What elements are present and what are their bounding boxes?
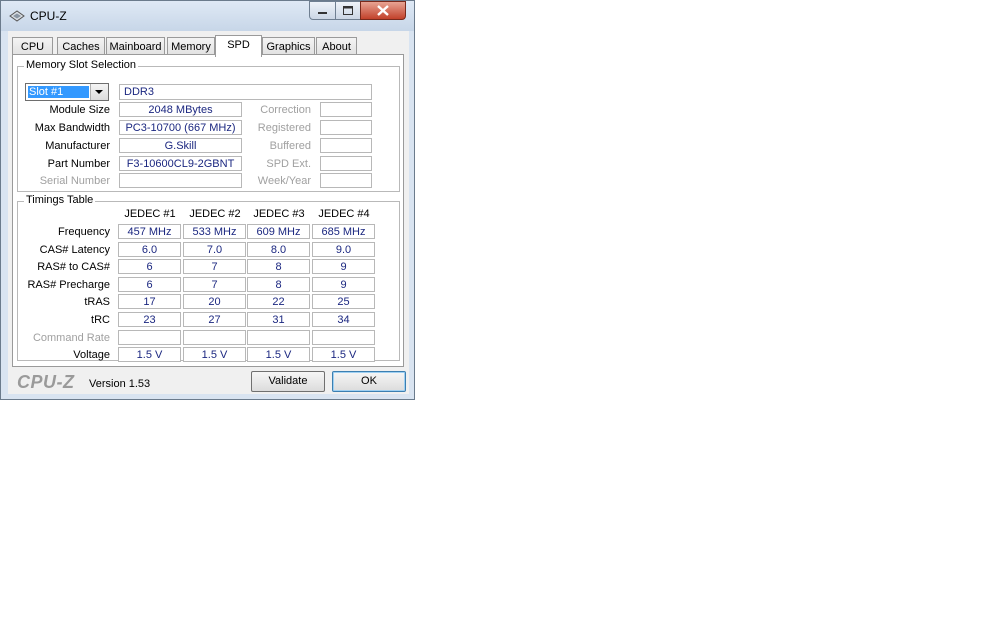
minimize-icon bbox=[318, 12, 327, 14]
week-year-label: Week/Year bbox=[257, 175, 311, 187]
timing-label-cas-latency: CAS# Latency bbox=[39, 244, 110, 256]
validate-button[interactable]: Validate bbox=[251, 371, 325, 392]
timing-cell: 22 bbox=[247, 294, 310, 309]
ok-button[interactable]: OK bbox=[332, 371, 406, 392]
max-bandwidth-label: Max Bandwidth bbox=[34, 122, 110, 134]
timing-cell: 20 bbox=[183, 294, 246, 309]
tab-mainboard[interactable]: Mainboard bbox=[106, 37, 165, 55]
version-label: Version 1.53 bbox=[89, 378, 151, 390]
tab-memory[interactable]: Memory bbox=[167, 37, 215, 55]
timing-label-command-rate: Command Rate bbox=[32, 332, 110, 344]
timing-label-frequency: Frequency bbox=[58, 226, 110, 238]
timing-cell: 1.5 V bbox=[118, 347, 181, 362]
timings-group-title: Timings Table bbox=[24, 194, 96, 206]
spd-ext-label: SPD Ext. bbox=[266, 158, 311, 170]
timing-cell: 34 bbox=[312, 312, 375, 327]
registered-label: Registered bbox=[257, 122, 311, 134]
timing-cell bbox=[183, 330, 246, 345]
timing-cell: 9 bbox=[312, 277, 375, 292]
timing-cell: 457 MHz bbox=[118, 224, 181, 239]
serial-number-label: Serial Number bbox=[39, 175, 110, 187]
module-size-field: 2048 MBytes bbox=[119, 102, 242, 117]
tab-spd[interactable]: SPD bbox=[215, 35, 262, 57]
week-year-field bbox=[320, 173, 372, 188]
tab-caches[interactable]: Caches bbox=[57, 37, 105, 55]
timing-cell: 7.0 bbox=[183, 242, 246, 257]
maximize-button[interactable] bbox=[335, 1, 361, 20]
timing-cell: 1.5 V bbox=[247, 347, 310, 362]
memory-slot-group-title: Memory Slot Selection bbox=[24, 59, 139, 71]
chevron-down-icon bbox=[95, 90, 103, 94]
module-size-label: Module Size bbox=[49, 104, 110, 116]
timing-cell: 9.0 bbox=[312, 242, 375, 257]
timing-cell: 25 bbox=[312, 294, 375, 309]
timing-label-tras: tRAS bbox=[84, 296, 110, 308]
timing-cell: 609 MHz bbox=[247, 224, 310, 239]
timing-cell: 1.5 V bbox=[183, 347, 246, 362]
timing-cell: 8 bbox=[247, 277, 310, 292]
timing-cell: 6 bbox=[118, 277, 181, 292]
timing-cell bbox=[247, 330, 310, 345]
cpuz-window: CPU-Z CPU Caches Mainboard Memory SPD Gr… bbox=[0, 0, 415, 400]
timing-cell: 23 bbox=[118, 312, 181, 327]
close-icon bbox=[377, 5, 389, 16]
serial-number-field bbox=[119, 173, 242, 188]
dropdown-button[interactable] bbox=[90, 84, 108, 100]
column-header-jedec-3: JEDEC #3 bbox=[253, 208, 305, 220]
correction-label: Correction bbox=[260, 104, 311, 116]
timings-group: Timings Table JEDEC #1 JEDEC #2 JEDEC #3… bbox=[17, 194, 400, 362]
part-number-label: Part Number bbox=[47, 158, 110, 170]
timing-cell: 8 bbox=[247, 259, 310, 274]
manufacturer-label: Manufacturer bbox=[45, 140, 110, 152]
title-bar[interactable]: CPU-Z bbox=[1, 1, 414, 31]
timing-cell bbox=[312, 330, 375, 345]
cpu-chip-icon bbox=[9, 10, 25, 22]
timing-label-trc: tRC bbox=[91, 314, 110, 326]
registered-field bbox=[320, 120, 372, 135]
timing-cell: 6 bbox=[118, 259, 181, 274]
timing-cell: 7 bbox=[183, 259, 246, 274]
timing-cell: 9 bbox=[312, 259, 375, 274]
timing-cell: 17 bbox=[118, 294, 181, 309]
timing-cell: 31 bbox=[247, 312, 310, 327]
timing-cell: 1.5 V bbox=[312, 347, 375, 362]
buffered-label: Buffered bbox=[269, 140, 311, 152]
timing-cell: 7 bbox=[183, 277, 246, 292]
client-area: CPU Caches Mainboard Memory SPD Graphics… bbox=[8, 31, 409, 394]
column-header-jedec-1: JEDEC #1 bbox=[124, 208, 176, 220]
max-bandwidth-field: PC3-10700 (667 MHz) bbox=[119, 120, 242, 135]
timing-cell bbox=[118, 330, 181, 345]
memory-slot-group: Memory Slot Selection Slot #1 DDR3 Modul… bbox=[17, 59, 400, 192]
tab-about[interactable]: About bbox=[316, 37, 357, 55]
maximize-icon bbox=[343, 6, 353, 15]
slot-select-value: Slot #1 bbox=[27, 85, 90, 99]
correction-field bbox=[320, 102, 372, 117]
timing-cell: 533 MHz bbox=[183, 224, 246, 239]
buffered-field bbox=[320, 138, 372, 153]
column-header-jedec-4: JEDEC #4 bbox=[318, 208, 370, 220]
timing-cell: 8.0 bbox=[247, 242, 310, 257]
window-title: CPU-Z bbox=[30, 9, 67, 23]
spd-panel: Memory Slot Selection Slot #1 DDR3 Modul… bbox=[12, 54, 404, 367]
timing-label-ras-to-cas: RAS# to CAS# bbox=[37, 261, 110, 273]
timing-label-voltage: Voltage bbox=[73, 349, 110, 361]
slot-select[interactable]: Slot #1 bbox=[25, 83, 109, 101]
timing-cell: 6.0 bbox=[118, 242, 181, 257]
part-number-field: F3-10600CL9-2GBNT bbox=[119, 156, 242, 171]
cpuz-logo: CPU-Z bbox=[17, 372, 75, 392]
close-button[interactable] bbox=[360, 1, 406, 20]
timing-label-ras-precharge: RAS# Precharge bbox=[27, 279, 110, 291]
timing-cell: 27 bbox=[183, 312, 246, 327]
spd-ext-field bbox=[320, 156, 372, 171]
timing-cell: 685 MHz bbox=[312, 224, 375, 239]
minimize-button[interactable] bbox=[309, 1, 336, 20]
tab-cpu[interactable]: CPU bbox=[12, 37, 53, 55]
tab-graphics[interactable]: Graphics bbox=[262, 37, 315, 55]
manufacturer-field: G.Skill bbox=[119, 138, 242, 153]
column-header-jedec-2: JEDEC #2 bbox=[189, 208, 241, 220]
memory-type-field: DDR3 bbox=[119, 84, 372, 100]
